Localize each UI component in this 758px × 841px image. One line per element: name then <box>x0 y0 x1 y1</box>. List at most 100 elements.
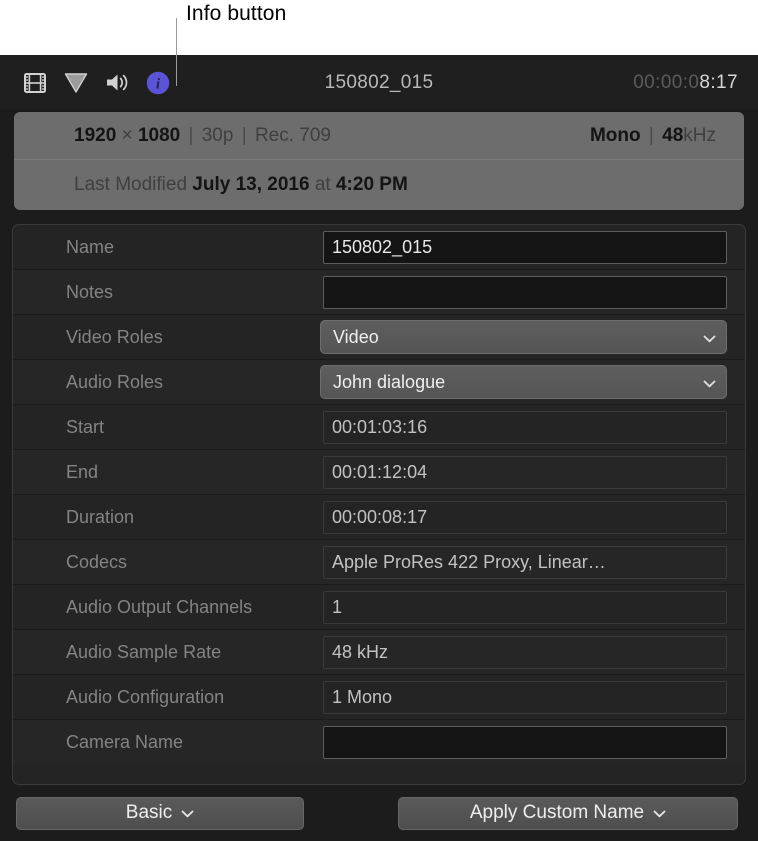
field-value-audio-sample-rate: 48 kHz <box>332 642 388 663</box>
chevron-down-icon <box>653 802 666 824</box>
field-input-name[interactable]: 150802_015 <box>323 231 727 264</box>
field-control-wrapper-codecs: Apple ProRes 422 Proxy, Linear… <box>323 546 727 579</box>
field-row-audio-sample-rate: Audio Sample Rate 48 kHz <box>13 630 745 675</box>
field-control-wrapper-duration: 00:00:08:17 <box>323 501 727 534</box>
inspector-bottom-bar: Basic Apply Custom Name <box>0 785 758 841</box>
chevron-down-icon <box>181 802 194 824</box>
field-control-wrapper-camera-name <box>323 726 727 759</box>
spec-divider-2: | <box>239 125 250 146</box>
metadata-view-popup-button[interactable]: Basic <box>16 797 304 830</box>
field-row-name: Name 150802_015 <box>13 225 745 270</box>
field-value-audio-roles: John dialogue <box>333 372 445 393</box>
last-modified-date: July 13, 2016 <box>192 174 309 195</box>
field-label-audio-roles: Audio Roles <box>13 372 323 393</box>
field-value-start: 00:01:03:16 <box>332 417 427 438</box>
field-row-audio-roles: Audio Roles John dialogue <box>13 360 745 405</box>
field-static-end[interactable]: 00:01:12:04 <box>323 456 727 489</box>
apply-custom-name-label: Apply Custom Name <box>470 802 644 824</box>
field-value-codecs: Apple ProRes 422 Proxy, Linear… <box>332 552 606 573</box>
field-control-wrapper-end: 00:01:12:04 <box>323 456 727 489</box>
clip-summary-band: 1920 × 1080 | 30p | Rec. 709 Mono | 48kH… <box>14 112 744 210</box>
field-control-wrapper-audio-sample-rate: 48 kHz <box>323 636 727 669</box>
spec-divider-3: | <box>646 125 657 146</box>
field-label-audio-configuration: Audio Configuration <box>13 687 323 708</box>
video-format-summary: 1920 × 1080 | 30p | Rec. 709 <box>74 125 331 147</box>
spec-divider-1: | <box>186 125 197 146</box>
field-row-audio-output-channels: Audio Output Channels 1 <box>13 585 745 630</box>
chevron-down-icon <box>703 372 716 393</box>
resolution-separator: × <box>122 125 133 146</box>
field-static-duration[interactable]: 00:00:08:17 <box>323 501 727 534</box>
field-value-audio-configuration: 1 Mono <box>332 687 392 708</box>
field-control-wrapper-name: 150802_015 <box>323 231 727 264</box>
field-static-codecs[interactable]: Apple ProRes 422 Proxy, Linear… <box>323 546 727 579</box>
field-row-end: End 00:01:12:04 <box>13 450 745 495</box>
resolution-width: 1920 <box>74 125 116 146</box>
field-label-audio-output-channels: Audio Output Channels <box>13 597 323 618</box>
last-modified-time: 4:20 PM <box>336 174 408 195</box>
field-label-duration: Duration <box>13 507 323 528</box>
frame-rate: 30p <box>202 125 234 146</box>
field-label-camera-name: Camera Name <box>13 732 323 753</box>
field-popup-audio-roles[interactable]: John dialogue <box>320 365 727 399</box>
field-row-start: Start 00:01:03:16 <box>13 405 745 450</box>
annotation-area: Info button <box>0 0 758 55</box>
field-control-wrapper-audio-roles: John dialogue <box>323 365 727 399</box>
apply-custom-name-popup-button[interactable]: Apply Custom Name <box>398 797 738 830</box>
last-modified-summary: Last Modified July 13, 2016 at 4:20 PM <box>74 174 408 196</box>
field-control-wrapper-start: 00:01:03:16 <box>323 411 727 444</box>
field-label-audio-sample-rate: Audio Sample Rate <box>13 642 323 663</box>
field-control-wrapper-notes <box>323 276 727 309</box>
sample-rate-unit: kHz <box>683 125 716 146</box>
audio-format-summary: Mono | 48kHz <box>590 125 716 147</box>
field-input-camera-name[interactable] <box>323 726 727 759</box>
clip-modified-row: Last Modified July 13, 2016 at 4:20 PM <box>14 160 744 210</box>
resolution-height: 1080 <box>138 125 180 146</box>
field-value-duration: 00:00:08:17 <box>332 507 427 528</box>
inspector-tab-icons: i <box>0 70 171 96</box>
field-label-name: Name <box>13 237 323 258</box>
inspector-toolbar: i 150802_015 00:00:08:17 <box>0 55 758 110</box>
field-row-camera-name: Camera Name <box>13 720 745 765</box>
field-value-audio-output-channels: 1 <box>332 597 342 618</box>
film-strip-icon[interactable] <box>22 70 48 96</box>
metadata-field-list: Name 150802_015 Notes Video Roles Video Audio… <box>12 224 746 785</box>
field-label-video-roles: Video Roles <box>13 327 323 348</box>
field-label-notes: Notes <box>13 282 323 303</box>
callout-label: Info button <box>186 2 286 26</box>
color-space: Rec. 709 <box>255 125 331 146</box>
field-label-start: Start <box>13 417 323 438</box>
field-value-video-roles: Video <box>333 327 379 348</box>
field-control-wrapper-video-roles: Video <box>323 320 727 354</box>
metadata-view-popup-label: Basic <box>126 802 172 824</box>
triangle-filter-icon[interactable] <box>63 70 89 96</box>
speaker-icon[interactable] <box>104 70 130 96</box>
last-modified-conjunction: at <box>315 174 331 195</box>
timecode-dim-part: 00:00:0 <box>633 72 699 93</box>
field-static-audio-output-channels[interactable]: 1 <box>323 591 727 624</box>
clip-timecode: 00:00:08:17 <box>633 72 738 94</box>
field-static-audio-sample-rate[interactable]: 48 kHz <box>323 636 727 669</box>
inspector-window: i 150802_015 00:00:08:17 1920 × 1080 | 3… <box>0 55 758 841</box>
audio-channel-layout: Mono <box>590 125 641 146</box>
clip-format-row: 1920 × 1080 | 30p | Rec. 709 Mono | 48kH… <box>14 112 744 160</box>
callout-leader-line <box>176 18 177 86</box>
field-row-notes: Notes <box>13 270 745 315</box>
field-value-end: 00:01:12:04 <box>332 462 427 483</box>
field-row-audio-configuration: Audio Configuration 1 Mono <box>13 675 745 720</box>
sample-rate-number: 48 <box>662 125 683 146</box>
field-row-codecs: Codecs Apple ProRes 422 Proxy, Linear… <box>13 540 745 585</box>
timecode-bright-part: 8:17 <box>699 72 738 93</box>
field-row-video-roles: Video Roles Video <box>13 315 745 360</box>
field-control-wrapper-audio-output-channels: 1 <box>323 591 727 624</box>
field-label-codecs: Codecs <box>13 552 323 573</box>
field-input-notes[interactable] <box>323 276 727 309</box>
field-label-end: End <box>13 462 323 483</box>
chevron-down-icon <box>703 327 716 348</box>
field-static-start[interactable]: 00:01:03:16 <box>323 411 727 444</box>
field-popup-video-roles[interactable]: Video <box>320 320 727 354</box>
field-static-audio-configuration[interactable]: 1 Mono <box>323 681 727 714</box>
field-control-wrapper-audio-configuration: 1 Mono <box>323 681 727 714</box>
field-value-name: 150802_015 <box>332 237 432 258</box>
info-icon[interactable]: i <box>145 70 171 96</box>
